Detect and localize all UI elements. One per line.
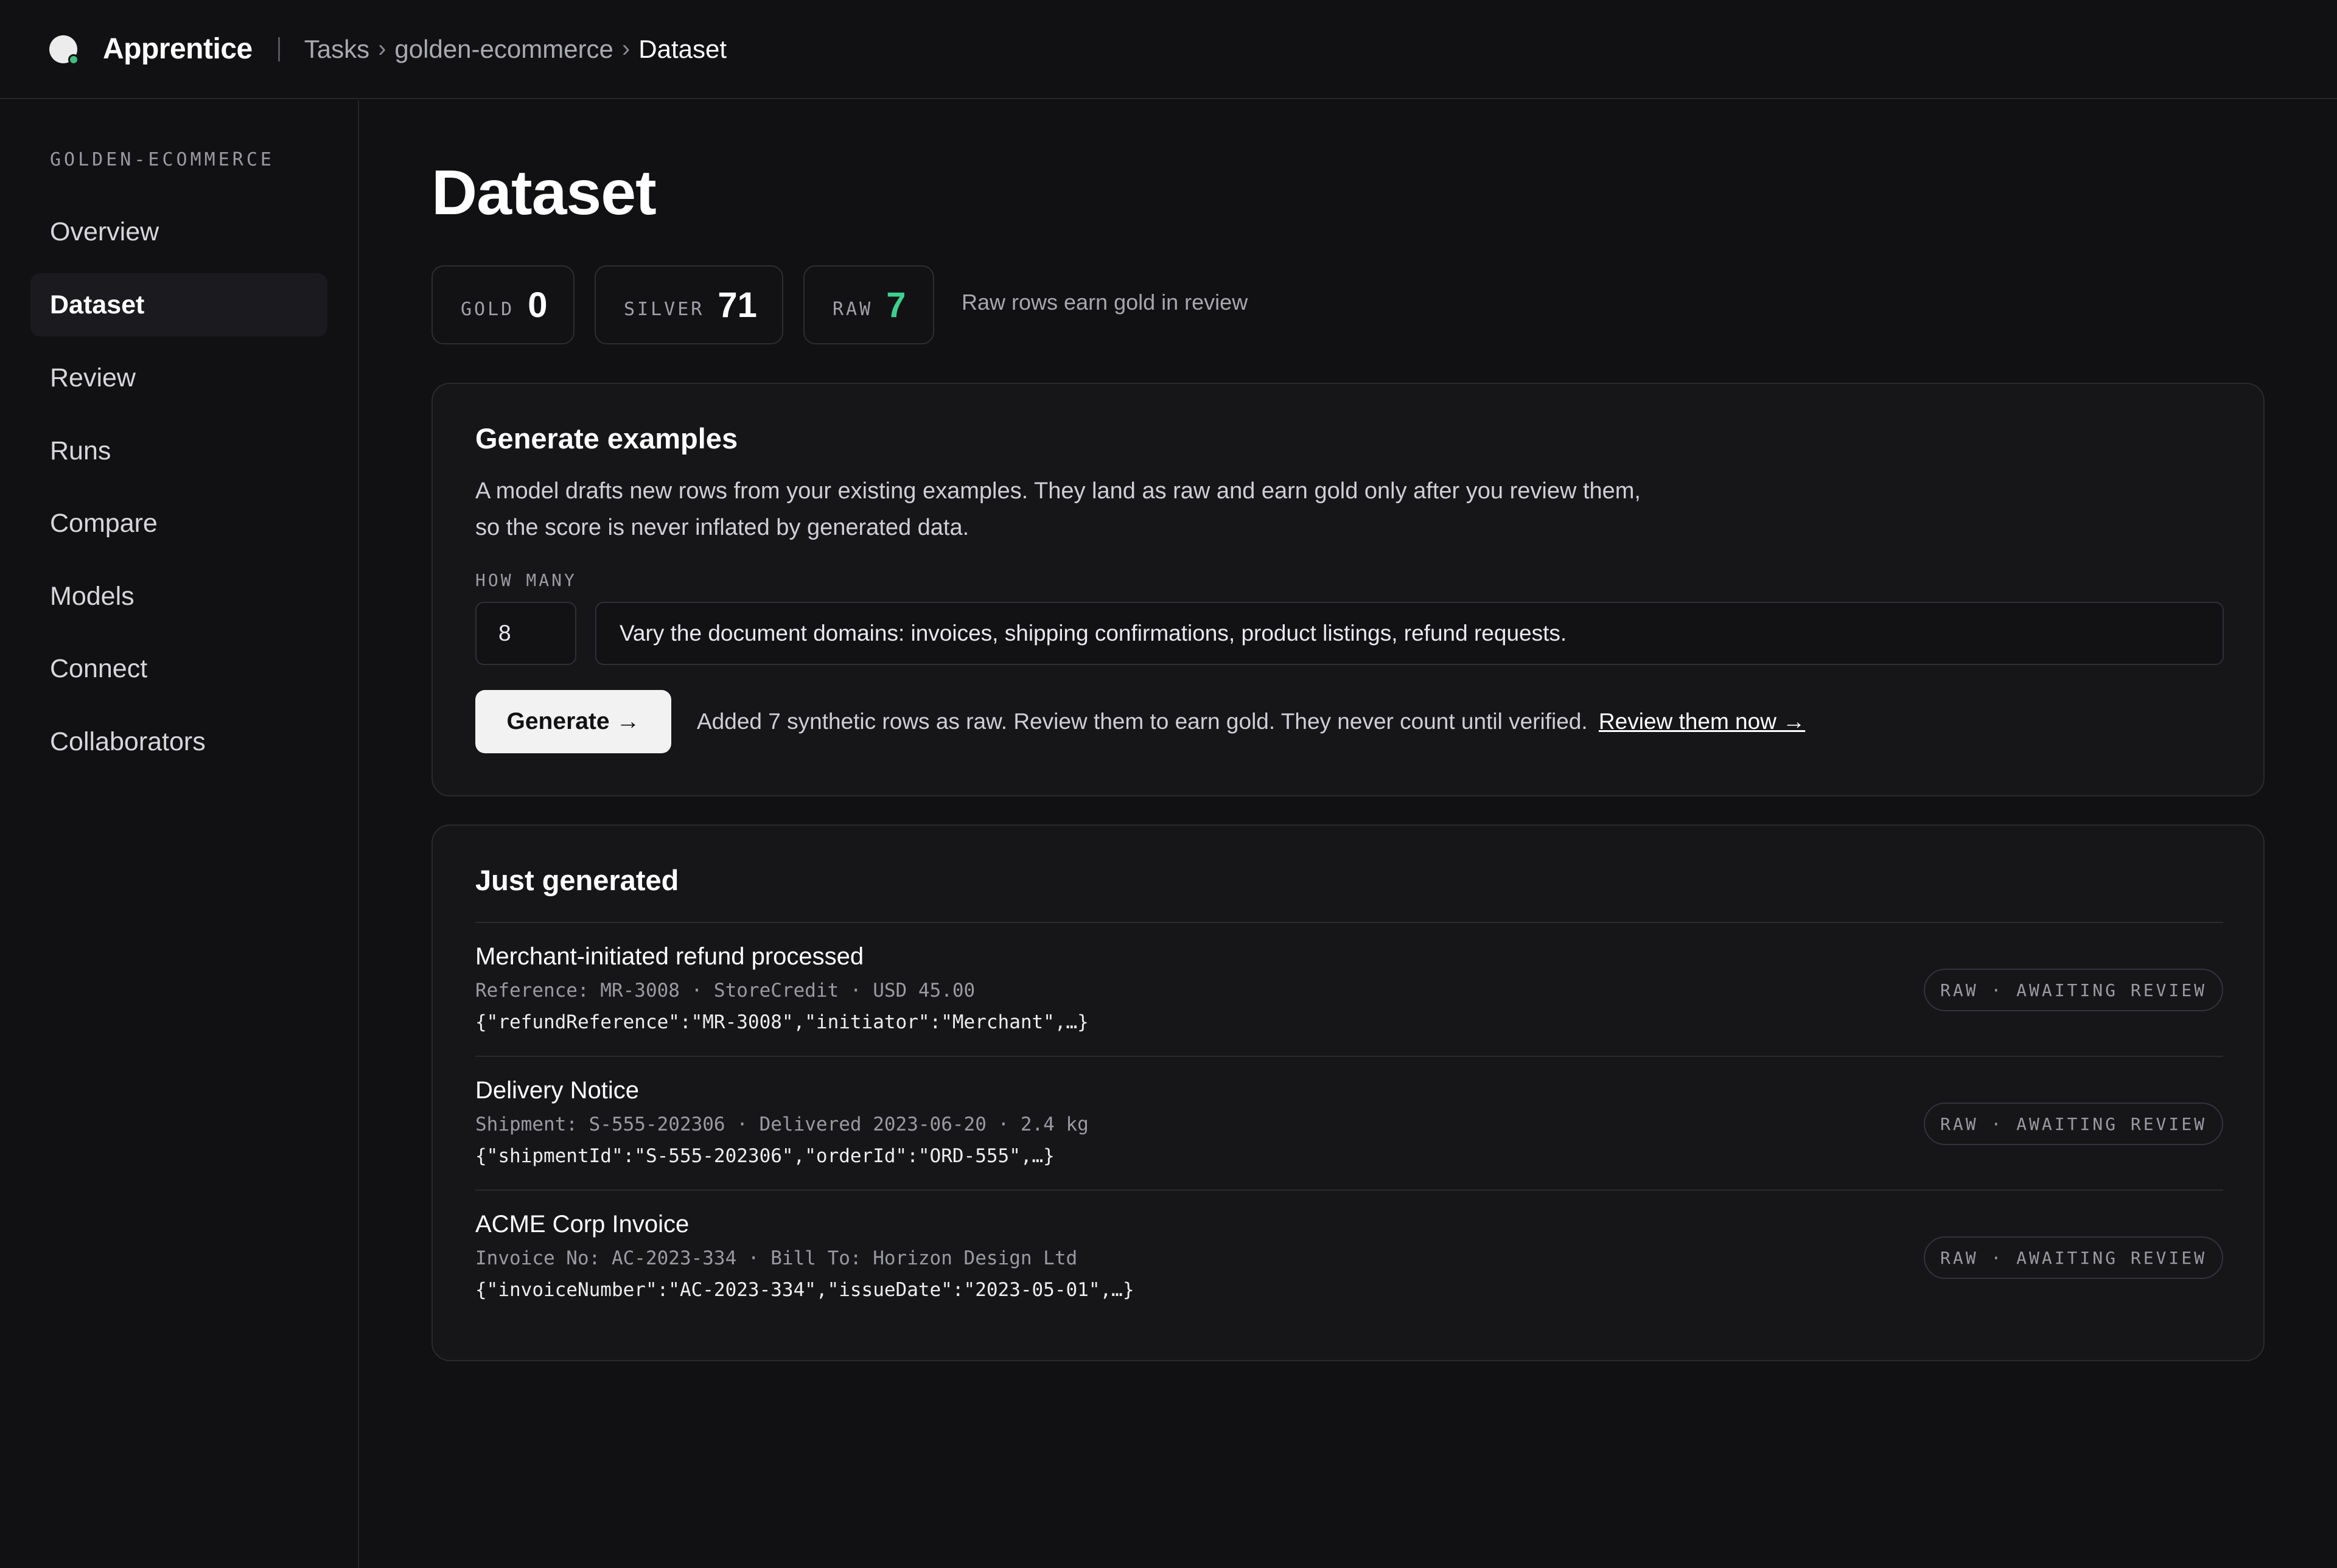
sidebar-item-runs[interactable]: Runs (30, 419, 327, 483)
breadcrumb-separator: › (378, 35, 386, 62)
header-divider (278, 37, 280, 61)
raw-count-chip: RAW 7 (803, 265, 934, 344)
silver-count-chip: SILVER 71 (595, 265, 783, 344)
breadcrumb-separator: › (621, 35, 631, 62)
raw-value: 7 (886, 285, 906, 325)
sidebar-item-models[interactable]: Models (30, 565, 327, 628)
sidebar-item-collaborators[interactable]: Collaborators (30, 710, 327, 773)
page-title: Dataset (431, 158, 657, 228)
row-title[interactable]: Delivery Notice (475, 1077, 639, 1104)
row-divider (475, 1190, 2223, 1191)
result-text: Added 7 synthetic rows as raw. Review th… (697, 709, 1588, 734)
row-json-preview: {"shipmentId":"S-555-202306","orderId":"… (475, 1145, 1055, 1167)
row-meta: Invoice No: AC-2023-334 · Bill To: Horiz… (475, 1247, 1078, 1269)
generate-result-message: Added 7 synthetic rows as raw. Review th… (697, 709, 1805, 734)
sidebar-item-compare[interactable]: Compare (30, 492, 327, 555)
row-json-preview: {"invoiceNumber":"AC-2023-334","issueDat… (475, 1279, 1134, 1301)
silver-value: 71 (718, 285, 757, 325)
row-title[interactable]: Merchant-initiated refund processed (475, 943, 864, 970)
instructions-input[interactable] (595, 602, 2224, 665)
how-many-input[interactable] (475, 602, 576, 665)
just-generated-card: Just generated Merchant-initiated refund… (431, 824, 2265, 1361)
apprentice-logo-icon[interactable] (49, 35, 79, 65)
review-now-link[interactable]: Review them now → (1599, 709, 1805, 734)
gold-value: 0 (528, 285, 548, 325)
status-badge: RAW · AWAITING REVIEW (1924, 969, 2223, 1011)
generate-description-line-1: A model drafts new rows from your existi… (475, 478, 1641, 504)
generate-button[interactable]: Generate → (475, 690, 671, 753)
generate-description-line-2: so the score is never inflated by genera… (475, 515, 969, 540)
status-badge: RAW · AWAITING REVIEW (1924, 1236, 2223, 1279)
sidebar: GOLDEN-ECOMMERCE Overview Dataset Review… (0, 100, 359, 1568)
sidebar-item-dataset[interactable]: Dataset (30, 273, 327, 336)
row-meta: Reference: MR-3008 · StoreCredit · USD 4… (475, 980, 976, 1002)
breadcrumb-current: Dataset (638, 34, 727, 63)
sidebar-item-overview[interactable]: Overview (30, 200, 327, 263)
top-bar: Apprentice Tasks › golden-ecommerce › Da… (0, 0, 2337, 99)
app-name[interactable]: Apprentice (103, 32, 253, 66)
raw-label: RAW (833, 298, 873, 320)
breadcrumb-task[interactable]: golden-ecommerce (394, 35, 613, 64)
breadcrumb-tasks[interactable]: Tasks (304, 35, 369, 64)
stats-note: Raw rows earn gold in review (962, 290, 1248, 315)
row-divider (475, 1056, 2223, 1057)
generate-examples-card: Generate examples A model drafts new row… (431, 383, 2265, 796)
gold-label: GOLD (461, 298, 515, 320)
row-meta: Shipment: S-555-202306 · Delivered 2023-… (475, 1113, 1089, 1135)
breadcrumb: Tasks › golden-ecommerce › Dataset (304, 35, 727, 64)
silver-label: SILVER (624, 298, 705, 320)
sidebar-item-review[interactable]: Review (30, 346, 327, 409)
sidebar-item-connect[interactable]: Connect (30, 637, 327, 700)
section-divider (475, 922, 2223, 923)
how-many-label: HOW MANY (475, 570, 577, 590)
row-title[interactable]: ACME Corp Invoice (475, 1211, 689, 1238)
row-json-preview: {"refundReference":"MR-3008","initiator"… (475, 1011, 1089, 1033)
logo-status-dot (68, 54, 79, 65)
just-generated-title: Just generated (475, 864, 679, 896)
gold-count-chip: GOLD 0 (431, 265, 575, 344)
status-badge: RAW · AWAITING REVIEW (1924, 1103, 2223, 1145)
generate-title: Generate examples (475, 422, 738, 455)
sidebar-heading: GOLDEN-ECOMMERCE (50, 149, 274, 170)
